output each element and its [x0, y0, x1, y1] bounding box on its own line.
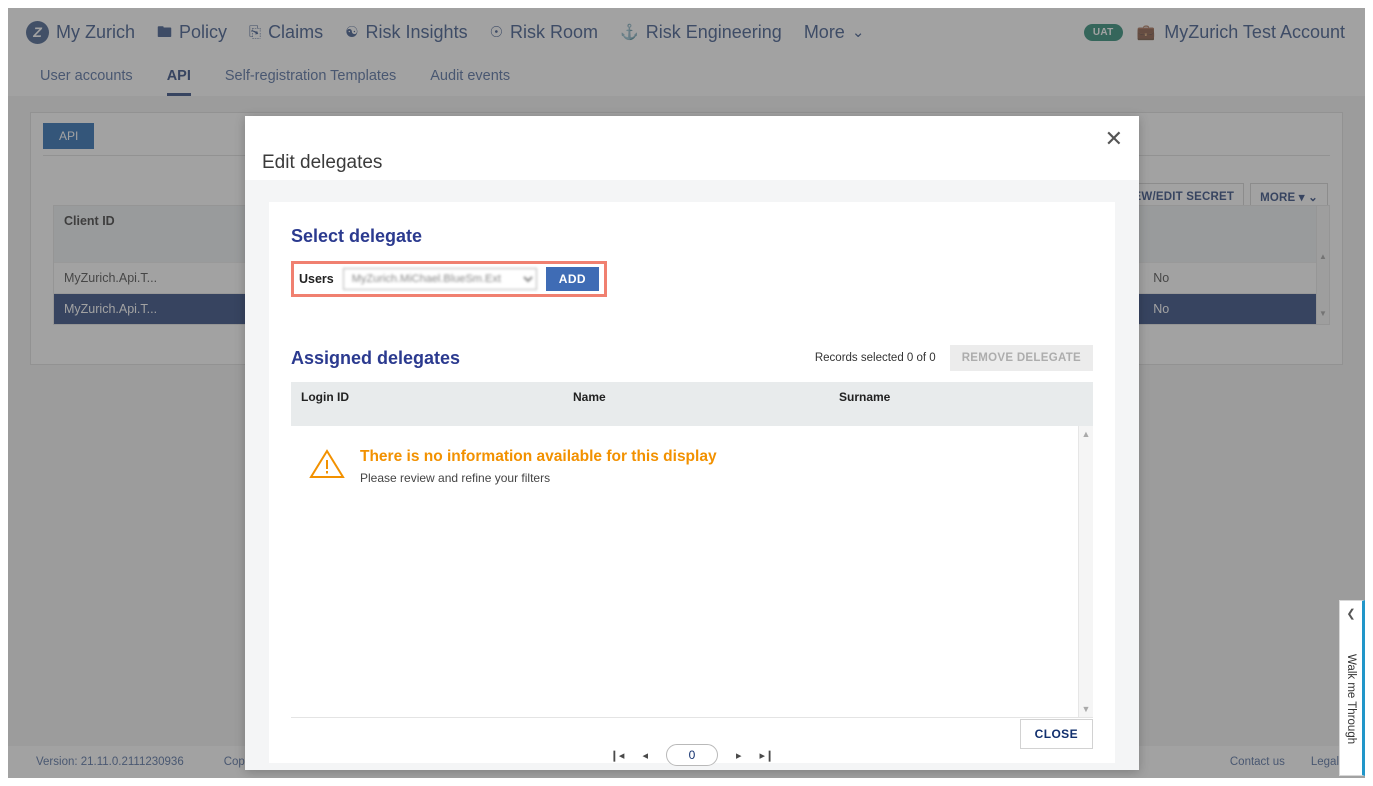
last-page-icon[interactable]: ▸❙	[760, 749, 775, 762]
scroll-down-icon[interactable]: ▼	[1317, 309, 1329, 318]
delegates-grid-scrollbar[interactable]: ▲ ▼	[1078, 426, 1093, 717]
users-label: Users	[299, 272, 334, 286]
nav-item-risk-room-label: Risk Room	[510, 22, 598, 43]
prev-page-icon[interactable]: ◂	[642, 749, 648, 762]
modal-title: Edit delegates	[262, 152, 382, 174]
select-delegate-heading: Select delegate	[291, 226, 1093, 247]
tab-api[interactable]: API	[167, 56, 191, 96]
engineering-icon: ⚓	[620, 25, 639, 40]
users-select-wrapper: MyZurich.MiChael.BlueSm.Ext	[343, 268, 537, 290]
contact-us-link[interactable]: Contact us	[1230, 756, 1285, 768]
walk-me-through-tab[interactable]: ❮ Walk me Through	[1339, 600, 1365, 776]
nav-item-claims[interactable]: ⎘ Claims	[249, 22, 323, 43]
account-menu[interactable]: 💼 MyZurich Test Account	[1137, 22, 1345, 43]
close-icon[interactable]: ✕	[1105, 128, 1123, 150]
api-grid-scrollbar[interactable]: ▲ ▼	[1316, 206, 1329, 324]
tab-audit-events[interactable]: Audit events	[430, 56, 510, 96]
walk-me-through-label: Walk me Through	[1345, 654, 1357, 744]
col-surname[interactable]: Surname	[829, 390, 1093, 404]
chevron-down-icon: ⌄	[852, 25, 865, 40]
col-name[interactable]: Name	[563, 390, 829, 404]
nav-item-risk-room[interactable]: ☉ Risk Room	[490, 22, 598, 43]
scroll-up-icon[interactable]: ▲	[1317, 252, 1329, 261]
delegates-grid-header: Login ID Name Surname	[291, 382, 1093, 426]
bulb-icon: ☯	[345, 25, 358, 40]
brand-label: My Zurich	[56, 22, 135, 43]
empty-state-text: There is no information available for th…	[360, 448, 717, 485]
top-nav-left: Z My Zurich 🖿 Policy ⎘ Claims ☯ Risk Ins…	[8, 21, 864, 44]
sub-navigation-bar: User accounts API Self-registration Temp…	[8, 56, 1365, 96]
screenshot-root: Z My Zurich 🖿 Policy ⎘ Claims ☯ Risk Ins…	[0, 0, 1373, 786]
page-number[interactable]: 0	[666, 744, 718, 766]
api-chip[interactable]: API	[43, 123, 94, 149]
brand-my-zurich[interactable]: Z My Zurich	[26, 21, 135, 44]
nav-item-claims-label: Claims	[268, 22, 323, 43]
users-select[interactable]: MyZurich.MiChael.BlueSm.Ext	[343, 268, 537, 290]
empty-state: There is no information available for th…	[291, 426, 1093, 485]
nav-item-policy[interactable]: 🖿 Policy	[157, 22, 227, 43]
version-label: Version: 21.11.0.2111230936	[36, 756, 184, 768]
zurich-logo-icon: Z	[26, 21, 49, 44]
chevron-left-icon[interactable]: ❮	[1346, 607, 1355, 620]
close-button[interactable]: CLOSE	[1020, 719, 1093, 749]
first-page-icon[interactable]: ❙◂	[610, 749, 625, 762]
add-delegate-button[interactable]: ADD	[546, 267, 599, 291]
delegates-grid-body: There is no information available for th…	[291, 426, 1093, 718]
claims-icon: ⎘	[249, 25, 261, 40]
compass-icon: ☉	[490, 25, 503, 40]
scroll-up-icon[interactable]: ▲	[1079, 429, 1093, 439]
nav-item-risk-engineering-label: Risk Engineering	[646, 22, 782, 43]
scroll-down-icon[interactable]: ▼	[1079, 704, 1093, 714]
empty-state-title: There is no information available for th…	[360, 448, 717, 466]
top-navigation-bar: Z My Zurich 🖿 Policy ⎘ Claims ☯ Risk Ins…	[8, 8, 1365, 56]
folder-icon: 🖿	[157, 25, 172, 40]
col-login-id[interactable]: Login ID	[291, 390, 563, 404]
users-field-group: Users MyZurich.MiChael.BlueSm.Ext ADD	[291, 261, 607, 297]
nav-item-risk-insights-label: Risk Insights	[366, 22, 468, 43]
remove-delegate-button[interactable]: REMOVE DELEGATE	[950, 345, 1093, 371]
nav-item-more[interactable]: More ⌄	[804, 22, 865, 43]
env-badge: UAT	[1084, 24, 1123, 41]
nav-item-more-label: More	[804, 22, 845, 43]
records-selected-label: Records selected 0 of 0	[815, 352, 936, 364]
footer-left: Version: 21.11.0.2111230936 Copyright	[8, 756, 273, 768]
top-nav-right: UAT 💼 MyZurich Test Account	[1084, 22, 1365, 43]
empty-state-subtitle: Please review and refine your filters	[360, 471, 717, 485]
account-label: MyZurich Test Account	[1164, 22, 1345, 43]
pagination-controls: ❙◂ ◂ 0 ▸ ▸❙	[291, 744, 1093, 766]
modal-body: Select delegate Users MyZurich.MiChael.B…	[245, 180, 1139, 770]
nav-item-risk-engineering[interactable]: ⚓ Risk Engineering	[620, 22, 782, 43]
application-layer: Z My Zurich 🖿 Policy ⎘ Claims ☯ Risk Ins…	[8, 8, 1365, 778]
edit-delegates-modal: ✕ Edit delegates Select delegate Users M…	[245, 116, 1139, 770]
modal-panel: Select delegate Users MyZurich.MiChael.B…	[269, 202, 1115, 763]
assigned-delegates-header: Assigned delegates Records selected 0 of…	[291, 345, 1093, 371]
briefcase-icon: 💼	[1137, 25, 1156, 40]
tab-self-registration-templates[interactable]: Self-registration Templates	[225, 56, 396, 96]
legal-link[interactable]: Legal	[1311, 756, 1339, 768]
assigned-delegates-heading: Assigned delegates	[291, 348, 460, 369]
next-page-icon[interactable]: ▸	[736, 749, 742, 762]
nav-item-risk-insights[interactable]: ☯ Risk Insights	[345, 22, 468, 43]
nav-item-policy-label: Policy	[179, 22, 227, 43]
warning-triangle-icon	[309, 448, 345, 480]
tab-user-accounts[interactable]: User accounts	[40, 56, 133, 96]
